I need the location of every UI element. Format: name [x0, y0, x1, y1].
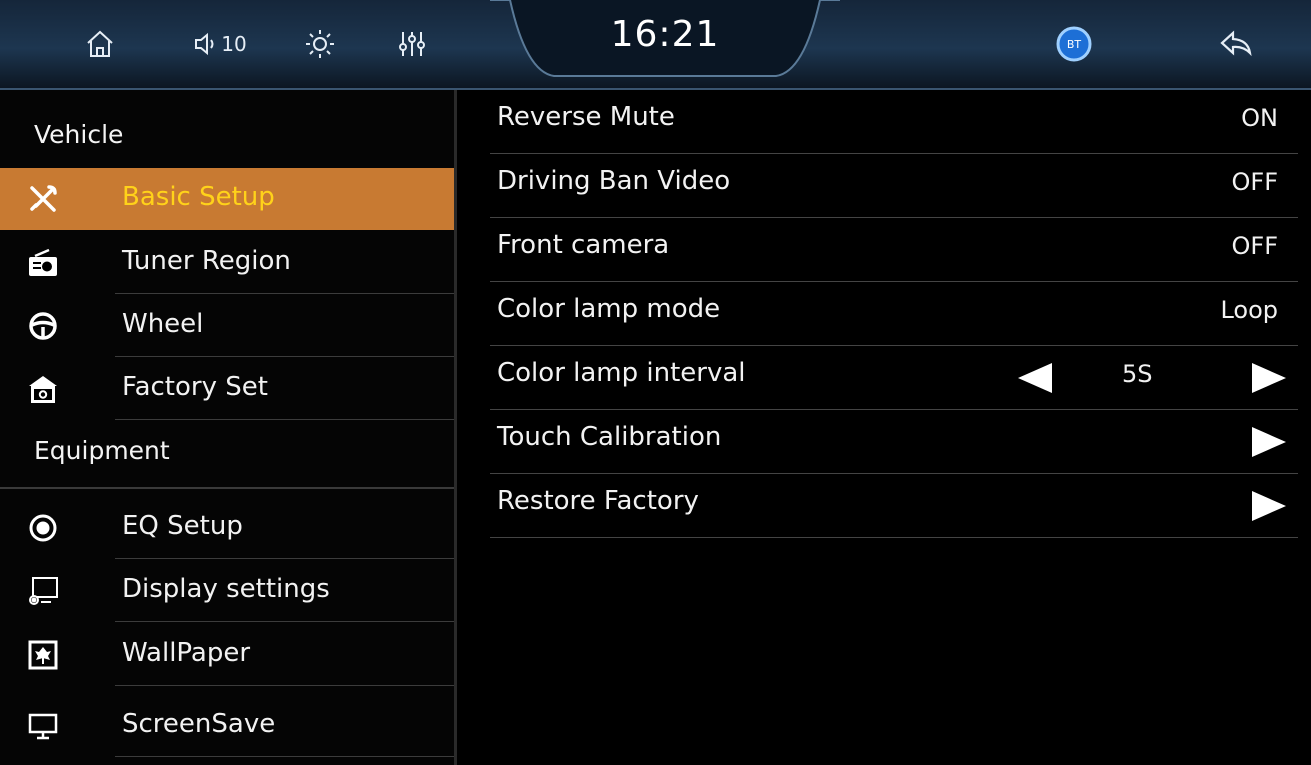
decrease-arrow-icon[interactable] — [1018, 363, 1052, 393]
sidebar-item-screensave[interactable]: ScreenSave — [0, 695, 454, 757]
chevron-right-icon — [1252, 491, 1286, 521]
setting-row-color-lamp-interval: Color lamp interval 5S — [490, 346, 1298, 410]
divider — [115, 558, 454, 559]
factory-icon — [26, 372, 60, 406]
setting-label: Driving Ban Video — [497, 166, 731, 196]
setting-row-touch-calibration[interactable]: Touch Calibration — [490, 410, 1298, 474]
sidebar-item-wallpaper[interactable]: WallPaper — [0, 624, 454, 686]
divider — [115, 685, 454, 686]
divider — [490, 537, 1298, 538]
setting-label: Color lamp mode — [497, 294, 721, 324]
bluetooth-icon[interactable]: BT — [1052, 22, 1096, 66]
back-icon[interactable] — [1216, 22, 1256, 66]
setting-value[interactable]: ON — [1241, 104, 1278, 132]
sidebar-item-label: Tuner Region — [122, 246, 291, 276]
sidebar-item-label: WallPaper — [122, 638, 251, 668]
setting-row-driving-ban-video[interactable]: Driving Ban Video OFF — [490, 154, 1298, 218]
section-header-equipment: Equipment — [34, 436, 170, 465]
equalizer-icon[interactable] — [392, 22, 432, 66]
radio-icon — [26, 246, 60, 280]
sidebar-item-label: Factory Set — [122, 372, 268, 402]
setting-label: Color lamp interval — [497, 358, 746, 388]
status-bar: 16:21 10 BT — [0, 0, 1311, 90]
divider — [115, 419, 454, 420]
sidebar-item-label: ScreenSave — [122, 709, 276, 739]
sidebar-item-label: Wheel — [122, 309, 204, 339]
setting-label: Reverse Mute — [497, 102, 675, 132]
sidebar-item-wheel[interactable]: Wheel — [0, 295, 454, 357]
chevron-right-icon — [1252, 427, 1286, 457]
brightness-icon[interactable] — [300, 22, 340, 66]
setting-row-reverse-mute[interactable]: Reverse Mute ON — [490, 90, 1298, 154]
volume-icon — [195, 32, 214, 56]
monitor-icon — [26, 709, 60, 743]
sidebar-item-label: Basic Setup — [122, 182, 275, 212]
setting-value[interactable]: OFF — [1232, 232, 1279, 260]
increase-arrow-icon[interactable] — [1252, 363, 1286, 393]
home-icon[interactable] — [80, 22, 120, 66]
setting-value[interactable]: OFF — [1232, 168, 1279, 196]
divider — [115, 756, 454, 757]
sidebar-item-display-settings[interactable]: Display settings — [0, 560, 454, 622]
setting-label: Touch Calibration — [497, 422, 722, 452]
settings-sidebar: Vehicle Basic Setup Tuner Region Wheel F… — [0, 90, 457, 765]
section-header-vehicle: Vehicle — [34, 120, 124, 149]
sidebar-item-tuner-region[interactable]: Tuner Region — [0, 232, 454, 294]
tools-icon — [26, 182, 60, 216]
display-settings-icon — [26, 574, 60, 608]
wallpaper-icon — [26, 638, 60, 672]
sidebar-item-factory-set[interactable]: Factory Set — [0, 358, 454, 420]
steering-wheel-icon — [26, 309, 60, 343]
sidebar-item-label: Display settings — [122, 574, 330, 604]
speaker-icon — [26, 511, 60, 545]
setting-row-color-lamp-mode[interactable]: Color lamp mode Loop — [490, 282, 1298, 346]
sidebar-item-basic-setup[interactable]: Basic Setup — [0, 168, 454, 230]
divider — [115, 356, 454, 357]
setting-row-restore-factory[interactable]: Restore Factory — [490, 474, 1298, 538]
sidebar-item-eq-setup[interactable]: EQ Setup — [0, 497, 454, 559]
setting-label: Restore Factory — [497, 486, 699, 516]
volume-level: 10 — [221, 32, 247, 56]
setting-label: Front camera — [497, 230, 670, 260]
interval-value: 5S — [1122, 360, 1153, 388]
sidebar-item-label: EQ Setup — [122, 511, 243, 541]
divider — [115, 293, 454, 294]
divider — [115, 621, 454, 622]
setting-value[interactable]: Loop — [1220, 296, 1278, 324]
setting-row-front-camera[interactable]: Front camera OFF — [490, 218, 1298, 282]
section-divider — [0, 487, 454, 489]
clock: 16:21 — [610, 14, 720, 55]
svg-text:BT: BT — [1067, 38, 1082, 51]
volume-control[interactable]: 10 — [180, 22, 260, 66]
